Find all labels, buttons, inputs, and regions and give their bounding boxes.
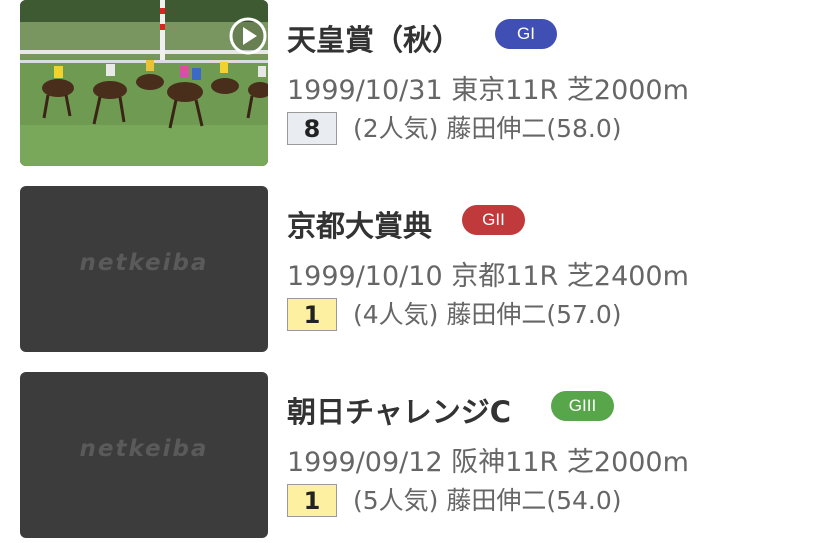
race-item[interactable]: netkeiba 朝日チャレンジC GIII 1999/09/12 阪神11R …	[0, 372, 828, 538]
race-title[interactable]: 朝日チャレンジC	[287, 392, 511, 432]
netkeiba-logo: netkeiba	[79, 436, 209, 462]
race-title[interactable]: 京都大賞典	[287, 206, 432, 246]
race-title[interactable]: 天皇賞（秋）	[287, 20, 461, 60]
result-detail: (4人気) 藤田伸二(57.0)	[353, 300, 622, 329]
netkeiba-logo: netkeiba	[79, 250, 209, 276]
finish-rank-box: 1	[287, 484, 337, 517]
result-detail: (2人気) 藤田伸二(58.0)	[353, 114, 622, 143]
finish-rank-box: 8	[287, 112, 337, 145]
race-info: 1999/10/10 京都11R 芝2400m	[287, 261, 689, 292]
race-thumbnail-placeholder[interactable]: netkeiba	[20, 186, 268, 352]
race-item[interactable]: netkeiba 京都大賞典 GII 1999/10/10 京都11R 芝240…	[0, 186, 828, 352]
race-item[interactable]: 天皇賞（秋） GI 1999/10/31 東京11R 芝2000m 8 (2人気…	[0, 0, 828, 166]
finish-rank-box: 1	[287, 298, 337, 331]
grade-badge: GI	[495, 19, 557, 49]
grade-badge: GII	[462, 205, 525, 235]
race-info: 1999/10/31 東京11R 芝2000m	[287, 75, 689, 106]
race-info: 1999/09/12 阪神11R 芝2000m	[287, 447, 689, 478]
result-detail: (5人気) 藤田伸二(54.0)	[353, 486, 622, 515]
grade-badge: GIII	[551, 391, 614, 421]
play-icon[interactable]	[228, 16, 268, 56]
race-thumbnail-placeholder[interactable]: netkeiba	[20, 372, 268, 538]
race-video-thumbnail[interactable]	[20, 0, 268, 166]
